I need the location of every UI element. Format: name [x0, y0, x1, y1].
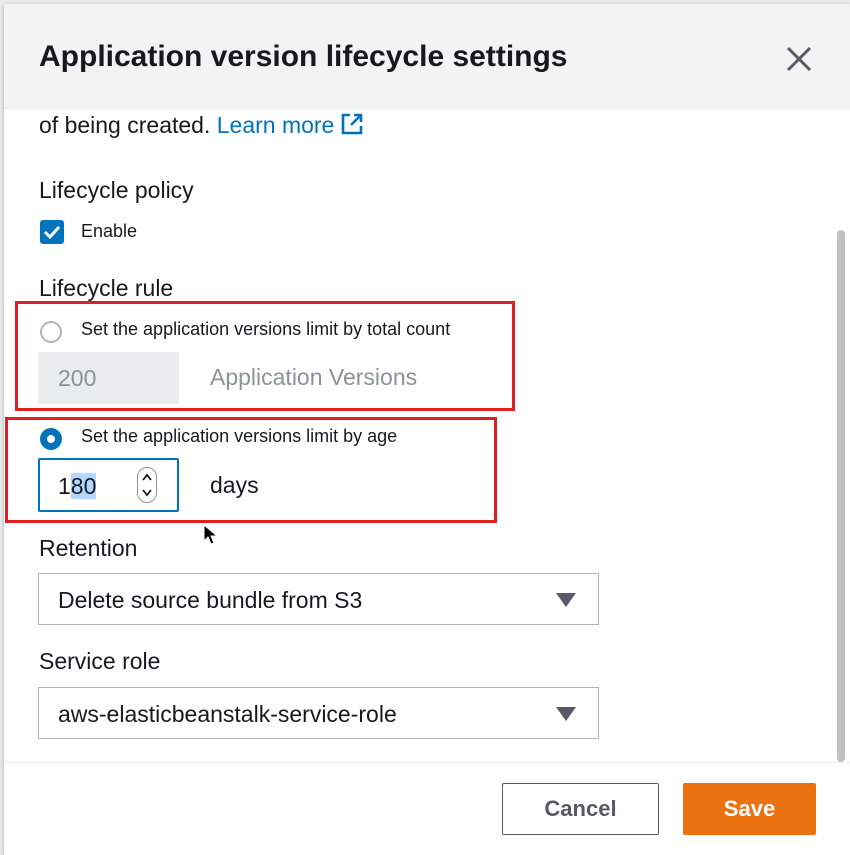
age-rule-highlight — [5, 417, 497, 523]
retention-select[interactable]: Delete source bundle from S3 — [38, 573, 599, 625]
dialog-header: Application version lifecycle settings — [4, 4, 850, 109]
service-role-label: Service role — [39, 648, 161, 674]
learn-more-label: Learn more — [216, 112, 335, 138]
retention-label: Retention — [39, 535, 138, 561]
caret-down-icon — [556, 593, 576, 607]
close-button[interactable] — [782, 42, 816, 76]
close-icon — [786, 46, 812, 72]
service-role-value: aws-elasticbeanstalk-service-role — [58, 701, 397, 727]
retention-value: Delete source bundle from S3 — [58, 587, 363, 613]
intro-text-content: of being created. — [39, 112, 217, 138]
scrollbar-thumb[interactable] — [837, 230, 845, 762]
caret-down-icon — [556, 707, 576, 721]
learn-more-link[interactable]: Learn more — [217, 112, 365, 138]
lifecycle-rule-label: Lifecycle rule — [39, 275, 174, 301]
enable-checkbox[interactable] — [40, 220, 64, 244]
intro-text: of being created. Learn more — [39, 112, 364, 139]
lifecycle-policy-label: Lifecycle policy — [39, 177, 194, 203]
checkmark-icon — [43, 225, 61, 240]
service-role-select[interactable]: aws-elasticbeanstalk-service-role — [38, 687, 599, 739]
dialog-title: Application version lifecycle settings — [39, 40, 568, 73]
mouse-pointer-icon — [203, 524, 219, 545]
dialog-footer: Cancel Save — [4, 762, 850, 855]
count-rule-highlight — [15, 301, 515, 411]
enable-label: Enable — [81, 221, 138, 241]
cancel-button[interactable]: Cancel — [502, 783, 659, 835]
save-button[interactable]: Save — [683, 783, 816, 835]
external-link-icon — [342, 113, 363, 135]
